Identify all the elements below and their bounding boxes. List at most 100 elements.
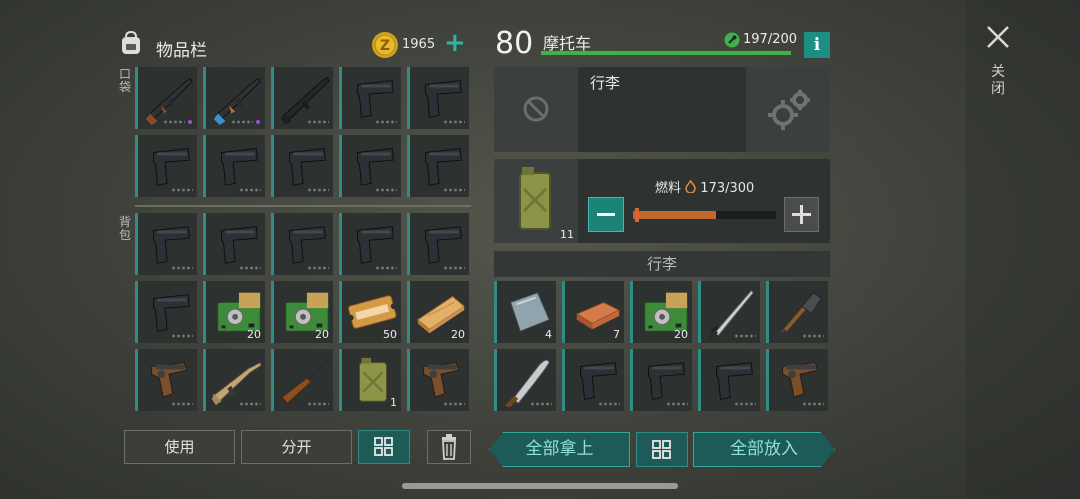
inventory-slot[interactable] [135, 349, 197, 411]
inventory-slot[interactable] [562, 349, 624, 411]
revolver-icon [782, 362, 818, 399]
inventory-slot[interactable] [407, 213, 469, 275]
vehicle-level: 80 [495, 26, 534, 61]
inventory-slot[interactable] [698, 281, 760, 343]
durability-dots [307, 266, 329, 270]
inventory-slot[interactable] [135, 135, 197, 197]
inventory-slot[interactable] [407, 67, 469, 129]
inventory-slot[interactable] [203, 349, 265, 411]
fuel-increase-button[interactable] [784, 197, 819, 232]
pistol-icon [357, 148, 394, 186]
inventory-slot[interactable] [203, 67, 265, 129]
pistol-icon [153, 148, 190, 186]
inventory-slot[interactable] [339, 135, 401, 197]
shovel-icon [778, 292, 822, 339]
ak-rifle-icon [213, 78, 261, 125]
rarity-dot [188, 120, 192, 124]
fuel-slider-fill [633, 211, 716, 219]
inventory-slot[interactable]: 1 [339, 349, 401, 411]
trunk-slot[interactable] [494, 67, 578, 152]
inventory-slot[interactable] [407, 349, 469, 411]
backpack-icon [122, 30, 140, 54]
inventory-slot[interactable] [271, 349, 333, 411]
inventory-slot[interactable] [766, 349, 828, 411]
split-button[interactable]: 分开 [241, 430, 352, 464]
item-quantity: 1 [390, 396, 397, 409]
fuel-slider-handle[interactable] [635, 208, 639, 222]
inventory-slot[interactable]: 20 [271, 281, 333, 343]
durability-dots [163, 120, 185, 124]
inventory-slot[interactable] [766, 281, 828, 343]
trunk-label: 行李 [590, 74, 621, 92]
inventory-slot[interactable] [271, 135, 333, 197]
inventory-slot[interactable] [494, 349, 556, 411]
close-icon[interactable] [985, 24, 1011, 50]
inventory-slot[interactable]: 4 [494, 281, 556, 343]
inventory-slot[interactable] [339, 213, 401, 275]
item-quantity: 20 [451, 328, 465, 341]
durability-dots [171, 334, 193, 338]
rifle-icon [280, 77, 330, 125]
coin-icon: Z [372, 32, 398, 58]
use-button[interactable]: 使用 [124, 430, 235, 464]
add-coins-button[interactable]: + [444, 30, 466, 56]
fuel-slider[interactable] [633, 208, 776, 222]
trash-button[interactable] [427, 430, 471, 464]
pistol-icon [425, 226, 462, 264]
close-label[interactable]: 关闭 [990, 64, 1006, 98]
inventory-slot[interactable] [630, 349, 692, 411]
pistol-icon [153, 294, 190, 332]
inventory-slot[interactable] [203, 213, 265, 275]
inventory-slot[interactable]: 50 [339, 281, 401, 343]
inventory-slot[interactable] [339, 67, 401, 129]
inventory-slot[interactable]: 20 [630, 281, 692, 343]
info-button[interactable]: i [804, 32, 830, 58]
inventory-slot[interactable] [135, 67, 197, 129]
ak-rifle-icon [145, 78, 193, 125]
durability-dots [443, 120, 465, 124]
inventory-slot[interactable] [271, 213, 333, 275]
luggage-title: 行李 [494, 251, 830, 277]
sort-luggage-button[interactable] [636, 432, 688, 467]
inventory-slot[interactable] [271, 67, 333, 129]
durability-dots [307, 120, 329, 124]
durability-dots [666, 402, 688, 406]
inventory-slot[interactable]: 20 [203, 281, 265, 343]
revolver-icon [423, 362, 459, 399]
sort-inventory-button[interactable] [358, 430, 410, 464]
durability-dots [375, 188, 397, 192]
pistol-icon [357, 226, 394, 264]
put-all-button[interactable]: 全部放入 [693, 432, 835, 467]
durability-dots [530, 402, 552, 406]
durability-dots [307, 402, 329, 406]
durability-dots [171, 402, 193, 406]
fuel-decrease-button[interactable] [588, 197, 624, 232]
inventory-slot[interactable]: 20 [407, 281, 469, 343]
durability-dots [734, 334, 756, 338]
durability-dots [375, 266, 397, 270]
carbine-icon [281, 360, 329, 404]
trash-icon [442, 434, 456, 460]
inventory-slot[interactable] [407, 135, 469, 197]
fuel-can-slot[interactable]: 11 [494, 159, 578, 243]
item-quantity: 20 [674, 328, 688, 341]
home-indicator[interactable] [402, 483, 678, 489]
pistol-icon [153, 226, 190, 264]
grid-sort-icon [374, 437, 393, 456]
inventory-slot[interactable] [203, 135, 265, 197]
fuel-readout: 燃料 173/300 [655, 177, 754, 196]
inventory-slot[interactable] [698, 349, 760, 411]
minus-icon [597, 213, 615, 216]
pistol-icon [289, 148, 326, 186]
inventory-slot[interactable] [135, 213, 197, 275]
durability-bar [541, 51, 791, 55]
pistol-icon [357, 80, 394, 118]
durability-dots [307, 188, 329, 192]
fuel-label: 燃料 [655, 181, 682, 196]
upgrade-button[interactable] [746, 67, 830, 152]
take-all-button[interactable]: 全部拿上 [489, 432, 630, 467]
wrench-icon [724, 32, 740, 48]
inventory-slot[interactable]: 7 [562, 281, 624, 343]
durability-dots [239, 266, 261, 270]
inventory-slot[interactable] [135, 281, 197, 343]
